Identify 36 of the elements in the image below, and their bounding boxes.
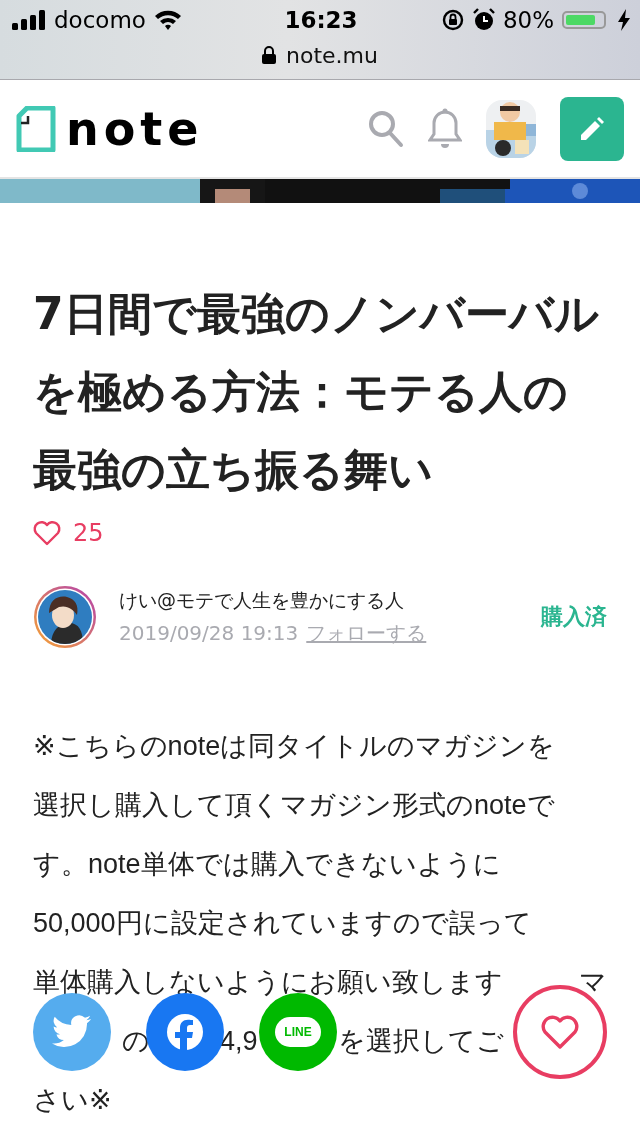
body-text: す。note単体では購入できないように (33, 848, 501, 881)
signal-icon (12, 10, 46, 30)
body-text: を選択してご (337, 1025, 504, 1058)
article-title: 7日間で最強のノンバーバルを極める方法：モテる人の最強の立ち振る舞い (33, 287, 600, 497)
battery-percent: 80% (502, 7, 554, 33)
heart-icon[interactable] (33, 520, 61, 546)
body-text: ※こちらのnoteは同タイトルのマガジンを (33, 730, 556, 763)
notification-bell-icon[interactable] (428, 107, 462, 150)
logo-icon (16, 105, 56, 152)
lock-icon (262, 46, 277, 64)
wifi-icon (153, 10, 182, 30)
like-count: 25 (73, 519, 104, 547)
letter-f-icon (165, 1012, 205, 1052)
body-text: さい※ (33, 1084, 112, 1117)
logo-wordmark[interactable]: note (66, 105, 204, 152)
battery-icon (562, 11, 606, 29)
search-icon[interactable] (368, 108, 404, 149)
carrier-name: docomo (54, 7, 146, 33)
url-text[interactable]: note.mu (286, 42, 378, 68)
body-text: 選択し購入して頂くマガジン形式のnoteで (33, 789, 555, 822)
heart-icon (540, 1014, 580, 1050)
body-text: の (122, 1025, 150, 1058)
body-text: マ (579, 966, 607, 999)
pencil-icon (579, 115, 605, 142)
write-button[interactable] (560, 96, 624, 161)
charging-icon (618, 9, 630, 31)
purchase-status: 購入済 (541, 603, 607, 631)
rotation-lock-icon (440, 8, 465, 32)
speech-bubble-icon: LINE (275, 1017, 321, 1047)
bird-icon (52, 1015, 92, 1049)
post-date: 2019/09/28 19:13 (119, 620, 299, 645)
clock-time: 16:23 (284, 7, 358, 33)
author-name[interactable]: けい@モテで人生を豊かにする人 (119, 587, 541, 614)
alarm-icon (472, 8, 495, 32)
body-text: 50,000円に設定されていますので誤って (33, 907, 532, 940)
body-text: 4,9 (220, 1025, 258, 1058)
